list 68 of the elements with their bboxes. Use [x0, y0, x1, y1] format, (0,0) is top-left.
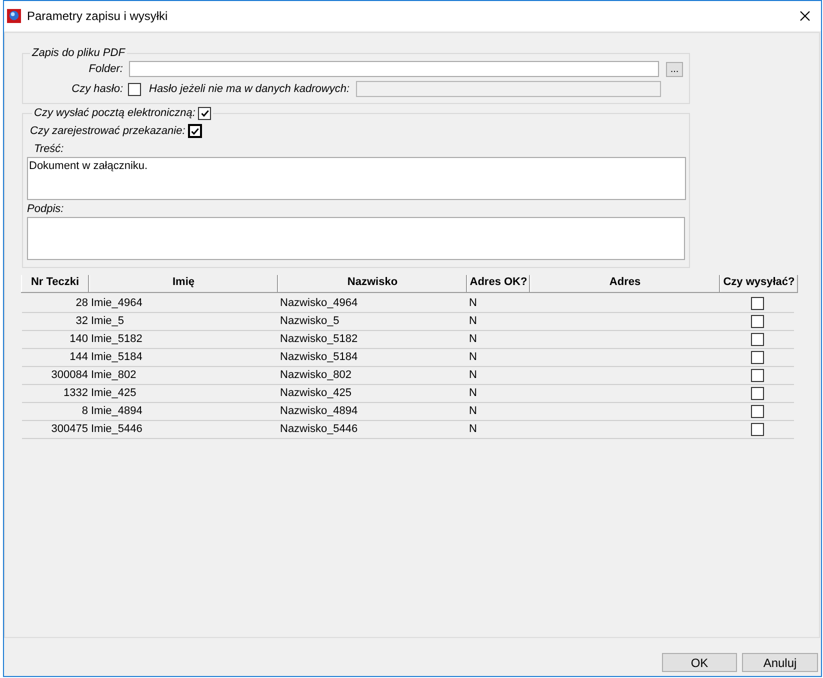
table-cell-text: Nazwisko_5: [279, 315, 340, 328]
send-checkbox[interactable]: [750, 387, 764, 400]
table-cell-text: Imie_5184: [90, 351, 142, 364]
send-checkbox[interactable]: [750, 315, 764, 328]
table-cell: 8: [82, 405, 89, 418]
table-cell-text: Imie_5: [90, 315, 124, 328]
field-label: Treść:: [34, 143, 64, 155]
field-label: Folder:: [88, 63, 123, 75]
table-cell: 28: [76, 297, 89, 310]
window-title: Parametry zapisu i wysyłki: [27, 8, 168, 24]
send-checkbox[interactable]: [750, 297, 764, 310]
close-icon[interactable]: [800, 11, 810, 21]
column-header[interactable]: Adres: [530, 275, 720, 292]
field-label: Hasło jeżeli nie ma w danych kadrowych:: [149, 83, 350, 95]
table-cell: 1332: [64, 387, 89, 400]
table-cell-text: N: [468, 351, 477, 364]
checkmark-icon: [200, 110, 209, 116]
table-cell-text: N: [468, 387, 477, 400]
send-checkbox[interactable]: [750, 405, 764, 418]
table-cell-text: Nazwisko_5184: [279, 351, 358, 364]
table-cell-text: N: [468, 369, 477, 382]
globe-icon: [7, 9, 21, 23]
cancel-button[interactable]: Anuluj: [742, 653, 818, 672]
send-checkbox[interactable]: [750, 351, 764, 364]
table-cell-text: Nazwisko_425: [279, 387, 352, 400]
table-cell-text: Nazwisko_5446: [279, 423, 358, 436]
table-cell-text: N: [468, 405, 477, 418]
table-cell-text: Nazwisko_802: [279, 369, 352, 382]
table-cell: 32: [76, 315, 89, 328]
table-cell-text: Imie_802: [90, 369, 136, 382]
table-cell-text: Imie_4894: [90, 405, 142, 418]
send-checkbox[interactable]: [750, 369, 764, 382]
table-cell-text: Nazwisko_4894: [279, 405, 358, 418]
table-cell: 300475: [51, 423, 89, 436]
table-cell-text: Nazwisko_5182: [279, 333, 358, 346]
table-cell-text: Nazwisko_4964: [279, 297, 358, 310]
column-header[interactable]: Adres OK?: [467, 275, 530, 292]
table-cell-text: N: [468, 423, 477, 436]
table-cell-text: Imie_5446: [90, 423, 142, 436]
field-label: Czy wysłać pocztą elektroniczną:: [34, 106, 196, 120]
table-cell-text: N: [468, 333, 477, 346]
column-header[interactable]: Nazwisko: [278, 275, 467, 292]
signature-field[interactable]: [27, 217, 685, 260]
browse-button[interactable]: ...: [666, 62, 683, 76]
table-cell-text: Imie_425: [90, 387, 136, 400]
column-header[interactable]: Nr Teczki: [21, 275, 89, 292]
table-cell-text: N: [468, 315, 477, 328]
send-checkbox[interactable]: [750, 423, 764, 436]
folder-field[interactable]: [129, 61, 659, 77]
table-cell-text: Imie_4964: [90, 297, 142, 310]
field-label: Czy hasło:: [70, 83, 123, 95]
table-cell: 300084: [51, 369, 89, 382]
checkmark-icon: [191, 128, 200, 134]
ok-button[interactable]: OK: [662, 653, 737, 672]
send-checkbox[interactable]: [750, 333, 764, 346]
column-header[interactable]: Czy wysyłać?: [720, 275, 798, 292]
group-title: Zapis do pliku PDF: [30, 47, 126, 60]
table-cell-text: N: [468, 297, 477, 310]
register-checkbox[interactable]: [188, 124, 202, 138]
table-cell: 144: [70, 351, 89, 364]
table-cell: 140: [70, 333, 89, 346]
field-label: Czy zarejestrować przekazanie:: [30, 125, 186, 137]
table-cell-text: Imie_5182: [90, 333, 142, 346]
password-checkbox[interactable]: [128, 82, 141, 96]
column-header[interactable]: Imię: [89, 275, 278, 292]
field-label: Podpis:: [27, 203, 64, 215]
email-checkbox[interactable]: [198, 106, 212, 120]
message-field[interactable]: Dokument w załączniku.: [27, 157, 686, 200]
